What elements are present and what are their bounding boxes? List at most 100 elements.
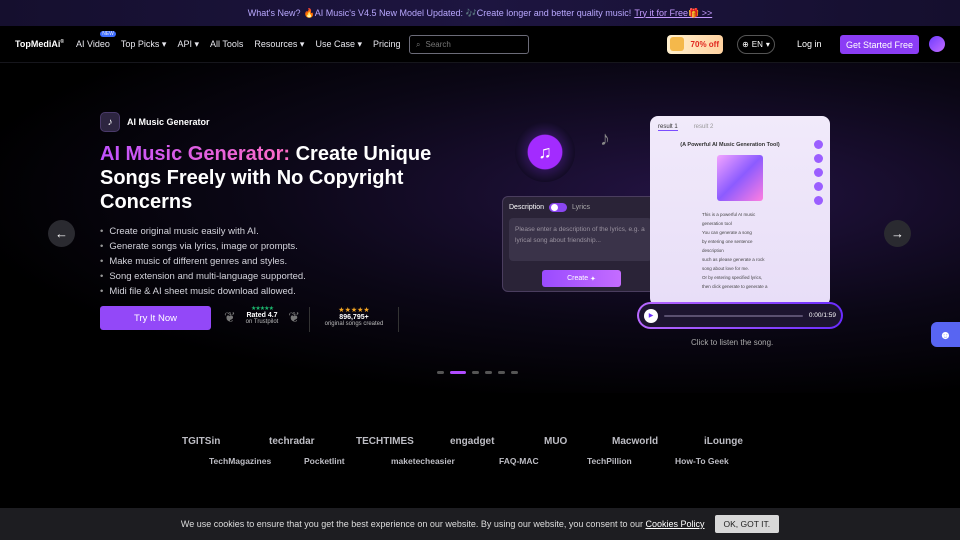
press-logo: TechPillion xyxy=(587,456,632,466)
carousel-dots xyxy=(437,371,518,374)
lyric-line: generation tool xyxy=(702,221,732,226)
login-link[interactable]: Log in xyxy=(797,39,822,49)
promo-label: 70% off xyxy=(690,40,719,49)
nav-label: All Tools xyxy=(210,39,244,49)
playlist-icon: ♫ xyxy=(538,141,552,162)
feature-item: Generate songs via lyrics, image or prom… xyxy=(100,239,306,254)
lyric-line: This is a powerful AI music xyxy=(702,212,756,217)
divider xyxy=(309,307,310,332)
page-title: AI Music Generator: Create Unique Songs … xyxy=(100,142,460,214)
create-label: Create xyxy=(567,275,589,282)
nav-pricing[interactable]: Pricing xyxy=(373,39,401,49)
nav-all-tools[interactable]: All Tools xyxy=(210,39,243,49)
accept-cookies-button[interactable]: OK, GOT IT. xyxy=(714,515,780,533)
tab-result-1[interactable]: result 1 xyxy=(658,124,678,131)
music-note-icon: ♪ xyxy=(600,128,610,150)
top-nav: TopMediAi® AI Video NEW Top Picks ▾ API ▾… xyxy=(0,26,960,63)
result-preview: result 1 result 2 (A Powerful AI Music Ge… xyxy=(650,116,830,306)
cookie-message: We use cookies to ensure that you get th… xyxy=(180,519,643,529)
feature-item: Song extension and multi-language suppor… xyxy=(100,269,305,284)
carousel-dot[interactable] xyxy=(472,371,479,374)
divider xyxy=(398,307,399,332)
trustpilot-rating: ❦ ★★★★★ Rated 4.7 on Trustpilot ❦ xyxy=(224,305,300,335)
video-icon[interactable] xyxy=(814,168,823,177)
laurel-left-icon: ❦ xyxy=(224,309,236,325)
user-avatar-icon[interactable] xyxy=(929,36,945,52)
carousel-dot[interactable] xyxy=(437,371,444,374)
lang-label: EN xyxy=(751,40,763,49)
nav-label: API xyxy=(177,38,192,49)
tab-description[interactable]: Description xyxy=(509,204,544,211)
globe-icon: ⊕ xyxy=(742,40,749,49)
rating-sub: on Trustpilot xyxy=(245,319,279,325)
nav-label: Top Picks xyxy=(120,38,160,49)
banner-prefix: What's New? xyxy=(247,8,301,18)
discord-icon[interactable]: ☻ xyxy=(931,322,960,347)
carousel-dot[interactable] xyxy=(498,371,505,374)
press-logo: FAQ-MAC xyxy=(499,456,539,466)
try-it-now-button[interactable]: Try It Now xyxy=(100,306,211,330)
lyric-line: then click generate to generate a xyxy=(702,284,768,289)
edit-icon[interactable] xyxy=(814,196,823,205)
download-icon[interactable] xyxy=(814,140,823,149)
banner-link[interactable]: Try it for Free🎁 >> xyxy=(634,8,712,19)
logo[interactable]: TopMediAi® xyxy=(15,39,64,49)
tab-result-2[interactable]: result 2 xyxy=(694,124,714,131)
lyric-line: song about love for me. xyxy=(702,266,750,271)
title-accent: AI Music Generator: xyxy=(100,143,291,165)
lyric-line: by entering one sentence xyxy=(702,239,753,244)
nav-api[interactable]: API ▾ xyxy=(177,39,199,50)
search-input[interactable]: ⌕ Search xyxy=(409,35,529,54)
arrow-right-icon: → xyxy=(891,226,904,241)
gift-icon xyxy=(670,37,684,51)
description-textarea[interactable]: Please enter a description of the lyrics… xyxy=(509,218,652,261)
promo-badge[interactable]: 70% off xyxy=(667,35,723,54)
nav-resources[interactable]: Resources ▾ xyxy=(254,39,304,50)
share-icon[interactable] xyxy=(814,154,823,163)
language-selector[interactable]: ⊕ EN ▾ xyxy=(737,35,775,54)
carousel-dot-active[interactable] xyxy=(450,371,466,374)
nav-label: Pricing xyxy=(373,39,401,49)
tab-lyrics[interactable]: Lyrics xyxy=(572,204,590,211)
announcement-banner: What's New? 🔥AI Music's V4.5 New Model U… xyxy=(0,0,960,26)
sparkle-icon: ✦ xyxy=(590,275,596,283)
press-logo: MUO xyxy=(544,436,568,447)
lyrics-text: This is a powerful AI music generation t… xyxy=(702,210,792,291)
progress-bar[interactable] xyxy=(664,314,803,317)
press-logo: Macworld xyxy=(612,436,659,447)
press-logo: Pocketlint xyxy=(304,456,345,466)
new-badge: NEW xyxy=(100,31,116,37)
music-app-icon: ♪ xyxy=(100,112,120,132)
press-logo: How-To Geek xyxy=(675,456,729,466)
play-icon[interactable]: ▶ xyxy=(644,308,658,323)
carousel-prev-button[interactable]: ← xyxy=(48,220,75,247)
chevron-down-icon: ▾ xyxy=(299,38,305,49)
cookie-text: We use cookies to ensure that you get th… xyxy=(181,519,705,529)
press-logo: TechMagazines xyxy=(209,456,272,466)
nav-ai-video[interactable]: AI Video NEW xyxy=(76,31,116,49)
songs-count: ★★★★★ 896,795+ original songs created xyxy=(314,306,394,327)
press-logo: maketecheasier xyxy=(391,456,455,466)
get-started-button[interactable]: Get Started Free xyxy=(840,35,919,54)
nav-label: AI Video xyxy=(76,39,110,49)
banner-message: 🔥AI Music's V4.5 New Model Updated: 🎶Cre… xyxy=(303,7,632,18)
product-tag: ♪ AI Music Generator xyxy=(100,112,210,132)
press-logo: iLounge xyxy=(704,436,743,447)
chevron-down-icon: ▾ xyxy=(357,38,363,49)
lyric-line: Or by entering specified lyrics, xyxy=(702,275,763,280)
lyric-line: such as please generate a rock xyxy=(702,257,765,262)
generator-panel: Description Lyrics Please enter a descrip… xyxy=(502,196,659,292)
audio-player: ▶ 0:00/1:59 xyxy=(637,302,843,329)
carousel-next-button[interactable]: → xyxy=(884,220,911,247)
carousel-dot[interactable] xyxy=(511,371,518,374)
nav-top-picks[interactable]: Top Picks ▾ xyxy=(121,39,167,50)
mode-toggle[interactable] xyxy=(549,203,568,212)
carousel-dot[interactable] xyxy=(485,371,492,374)
count-value: 896,795+ xyxy=(339,314,369,321)
search-icon: ⌕ xyxy=(416,39,421,49)
press-logo: engadget xyxy=(450,436,495,447)
cookies-policy-link[interactable]: Cookies Policy xyxy=(645,519,704,529)
create-button[interactable]: Create ✦ xyxy=(542,270,621,287)
nav-use-case[interactable]: Use Case ▾ xyxy=(315,39,362,50)
extend-icon[interactable] xyxy=(814,182,823,191)
